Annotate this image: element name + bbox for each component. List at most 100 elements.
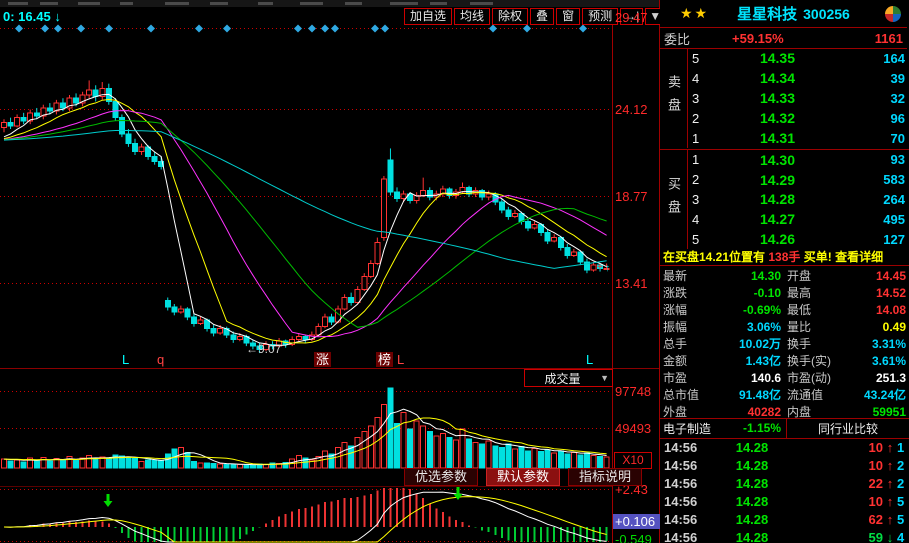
stat-row: 总市值91.48亿流通值43.24亿 (660, 386, 909, 403)
toolbar-button-4[interactable]: 窗 (556, 8, 580, 25)
order-volume: 39 (843, 71, 909, 86)
star-icon[interactable]: ★★ (680, 5, 709, 22)
toolbar-button-3[interactable]: 叠 (530, 8, 554, 25)
buy-order-book: 买盘 114.3093214.29583314.28264414.2749551… (660, 149, 909, 249)
tick-tail: 4 (897, 530, 909, 543)
buy-side-label: 买盘 (660, 150, 688, 249)
volume-indicator-selector[interactable]: 成交量 ▼ (524, 369, 613, 387)
tick-volume: 22 (792, 476, 883, 491)
stat-row: 涨跌-0.10最高14.52 (660, 284, 909, 301)
toolbar-button-2[interactable]: 除权 (492, 8, 528, 25)
order-level: 1 (688, 131, 712, 146)
stat-value: 43.24亿 (849, 386, 909, 403)
buy-order-row: 414.27495 (688, 209, 909, 229)
order-level: 5 (688, 232, 712, 247)
weibi-extra: 1161 (875, 31, 903, 46)
stat-label: 换手(实) (781, 352, 849, 369)
stat-row: 振幅3.06%量比0.49 (660, 318, 909, 335)
alert-prefix: 在买盘14.21位置有 (663, 250, 768, 264)
stat-value: 10.02万 (713, 335, 781, 352)
tick-time: 14:56 (660, 512, 712, 527)
stat-row: 涨幅-0.69%最低14.08 (660, 301, 909, 318)
stock-code: 300256 (803, 6, 850, 22)
param-button-2[interactable]: 指标说明 (568, 468, 642, 486)
order-volume: 32 (843, 91, 909, 106)
sell-order-row: 514.35164 (688, 48, 909, 68)
tick-tail: 5 (897, 512, 909, 527)
low-price-annotation: ←9.07 (246, 342, 282, 356)
tick-time: 14:56 (660, 494, 712, 509)
order-price: 14.32 (712, 110, 843, 126)
order-volume: 583 (843, 172, 909, 187)
toolbar-button-0[interactable]: 加自选 (404, 8, 452, 25)
order-alert-row: 在买盘14.21位置有 138手 买单! 查看详细 (660, 248, 909, 266)
order-volume: 264 (843, 192, 909, 207)
tick-tail: 1 (897, 440, 909, 455)
sector-row: 电子制造 -1.15% 同行业比较 (660, 418, 909, 439)
up-arrow-icon: ↑ (883, 494, 897, 509)
stat-label: 最低 (781, 301, 849, 318)
view-detail-link[interactable]: 查看详细 (835, 250, 883, 264)
chevron-down-icon[interactable]: ▼ (600, 373, 612, 383)
order-price: 14.35 (712, 50, 843, 66)
stat-value: -0.10 (713, 286, 781, 300)
tick-price: 14.28 (712, 530, 792, 543)
volume-indicator-label: 成交量 (525, 370, 600, 387)
tick-row: 14:5614.2810↑5 (660, 492, 909, 510)
stat-value: 14.08 (849, 303, 909, 317)
order-price: 14.26 (712, 231, 843, 247)
stat-label: 市盈 (660, 369, 713, 386)
tick-row: 14:5614.2822↑2 (660, 474, 909, 492)
quote-panel: ★★ 星星科技 300256 委比 +59.15% 1161 卖盘 514.35… (660, 0, 909, 543)
tick-volume: 62 (792, 512, 883, 527)
up-arrow-icon: ↑ (883, 458, 897, 473)
chart-bottom-mark: L (122, 352, 129, 367)
tick-volume: 59 (792, 530, 883, 543)
order-level: 1 (688, 152, 712, 167)
sector-name: 电子制造 (660, 420, 711, 437)
stat-label: 换手 (781, 335, 849, 352)
order-level: 4 (688, 212, 712, 227)
param-button-0[interactable]: 优选参数 (404, 468, 478, 486)
stat-label: 最高 (781, 284, 849, 301)
down-arrow-icon: ↓ (883, 530, 897, 543)
stat-label: 涨幅 (660, 301, 713, 318)
tick-row: 14:5614.2859↓4 (660, 528, 909, 543)
sector-change: -1.15% (743, 421, 786, 435)
tick-tail: 2 (897, 458, 909, 473)
up-arrow-icon: ↑ (883, 440, 897, 455)
param-button-1[interactable]: 默认参数 (486, 468, 560, 486)
industry-compare-link[interactable]: 同行业比较 (787, 418, 909, 438)
stat-label: 开盘 (781, 267, 849, 284)
tick-volume: 10 (792, 458, 883, 473)
kline-chart[interactable]: Lq涨榜LL←9.07+↑ (0, 0, 660, 543)
chart-bottom-mark: L (586, 352, 593, 367)
macd-dif-value-badge: +0.106 (613, 514, 662, 529)
tick-price: 14.28 (712, 512, 792, 527)
order-volume: 93 (843, 152, 909, 167)
last-candle-mark: + (597, 262, 603, 273)
stat-value: 14.45 (849, 269, 909, 283)
tick-list[interactable]: 14:5614.2810↑114:5614.2810↑214:5614.2822… (660, 438, 909, 543)
sell-order-row: 314.3332 (688, 88, 909, 108)
price-axis-label: 29.47 (615, 10, 648, 25)
stat-label: 最新 (660, 267, 713, 284)
order-volume: 70 (843, 131, 909, 146)
chart-bottom-mark: 榜 (378, 352, 391, 367)
order-volume: 96 (843, 111, 909, 126)
tick-tail: 2 (897, 476, 909, 491)
tick-price: 14.28 (712, 440, 792, 455)
stat-label: 总手 (660, 335, 713, 352)
pie-chart-icon[interactable] (885, 6, 901, 22)
stat-label: 量比 (781, 318, 849, 335)
order-level: 3 (688, 192, 712, 207)
buy-order-row: 214.29583 (688, 170, 909, 190)
stat-label: 振幅 (660, 318, 713, 335)
chart-bottom-mark: q (157, 352, 164, 367)
tick-row: 14:5614.2810↑1 (660, 438, 909, 456)
quote-panel-header: ★★ 星星科技 300256 (660, 0, 909, 27)
order-price: 14.29 (712, 172, 843, 188)
stat-row: 市盈140.6市盈(动)251.3 (660, 369, 909, 386)
toolbar-button-1[interactable]: 均线 (454, 8, 490, 25)
stat-value: 3.06% (713, 320, 781, 334)
